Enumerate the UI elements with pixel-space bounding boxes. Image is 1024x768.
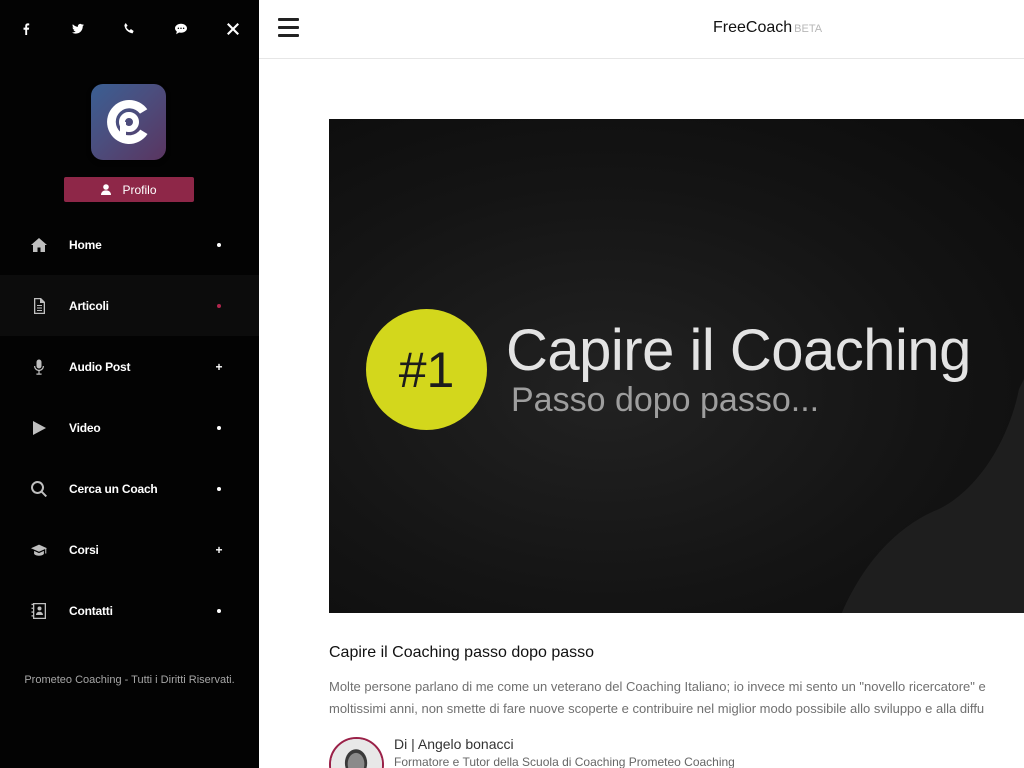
sidebar-item-audio-post[interactable]: Audio Post +	[0, 336, 259, 397]
app-root: Profilo Home Articoli Audio Post + Video	[0, 0, 1024, 768]
sidebar-item-label: Contatti	[69, 603, 113, 618]
author-role: Formatore e Tutor della Scuola di Coachi…	[394, 755, 735, 768]
close-icon[interactable]	[207, 0, 259, 58]
person-silhouette	[841, 379, 1024, 613]
graduation-cap-icon	[30, 541, 48, 559]
post-title[interactable]: Capire il Coaching passo dopo passo	[329, 644, 594, 662]
sidebar-item-label: Cerca un Coach	[69, 481, 158, 496]
sidebar: Profilo Home Articoli Audio Post + Video	[0, 0, 259, 768]
dot-indicator	[213, 422, 225, 434]
social-bar	[0, 0, 259, 58]
sidebar-item-articoli[interactable]: Articoli	[0, 275, 259, 336]
search-icon	[30, 480, 48, 498]
play-icon	[30, 419, 48, 437]
sidebar-footer: Prometeo Coaching - Tutti i Diritti Rise…	[24, 674, 235, 686]
sidebar-item-video[interactable]: Video	[0, 397, 259, 458]
brand-title[interactable]: FreeCoach BETA	[713, 19, 822, 37]
microphone-icon	[30, 358, 48, 376]
author-name[interactable]: Di | Angelo bonacci	[394, 736, 514, 752]
chat-icon[interactable]	[155, 0, 207, 58]
excerpt-line: Molte persone parlano di me come un vete…	[329, 679, 986, 694]
hero-badge: #1	[366, 309, 487, 430]
sidebar-item-label: Video	[69, 420, 101, 435]
profile-button-label: Profilo	[122, 182, 157, 197]
home-icon	[30, 236, 48, 254]
sidebar-item-label: Audio Post	[69, 359, 131, 374]
sidebar-item-label: Home	[69, 237, 102, 252]
twitter-icon[interactable]	[52, 0, 104, 58]
expand-plus-icon[interactable]: +	[213, 361, 225, 373]
sidebar-item-home[interactable]: Home	[0, 214, 259, 275]
top-header: FreeCoach BETA	[259, 0, 1024, 59]
post-hero-image[interactable]: #1 Capire il Coaching Passo dopo passo..…	[329, 119, 1024, 613]
dot-indicator	[213, 300, 225, 312]
hero-subtitle: Passo dopo passo...	[511, 381, 820, 419]
contact-book-icon	[30, 602, 48, 620]
hamburger-menu-icon[interactable]	[278, 18, 299, 37]
sidebar-item-cerca-un-coach[interactable]: Cerca un Coach	[0, 458, 259, 519]
excerpt-line: moltissimi anni, non smette di fare nuov…	[329, 701, 985, 716]
author-avatar[interactable]	[329, 737, 384, 768]
user-icon	[101, 184, 112, 195]
sidebar-nav: Home Articoli Audio Post + Video Cerca u…	[0, 214, 259, 641]
brand-name: FreeCoach	[713, 19, 793, 36]
document-icon	[30, 297, 48, 315]
beta-badge: BETA	[794, 23, 823, 35]
app-logo[interactable]	[91, 84, 166, 160]
dot-indicator	[213, 605, 225, 617]
facebook-icon[interactable]	[0, 0, 52, 58]
sidebar-item-corsi[interactable]: Corsi +	[0, 519, 259, 580]
expand-plus-icon[interactable]: +	[213, 544, 225, 556]
sidebar-item-label: Corsi	[69, 542, 99, 557]
dot-indicator	[213, 239, 225, 251]
sidebar-item-contatti[interactable]: Contatti	[0, 580, 259, 641]
sidebar-item-label: Articoli	[69, 298, 109, 313]
dot-indicator	[213, 483, 225, 495]
phone-icon[interactable]	[104, 0, 156, 58]
post-excerpt: Molte persone parlano di me come un vete…	[329, 676, 1024, 720]
profile-button[interactable]: Profilo	[64, 177, 194, 202]
